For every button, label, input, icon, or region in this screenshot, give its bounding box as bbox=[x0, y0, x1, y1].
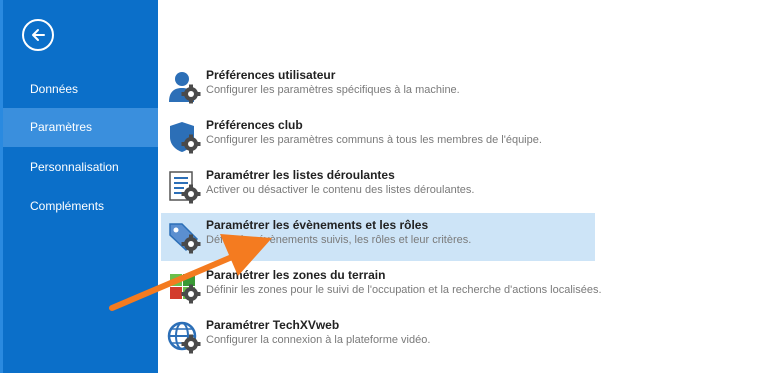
option-description: Configurer les paramètres communs à tous… bbox=[206, 134, 542, 146]
option-description: Configurer les paramètres spécifiques à … bbox=[206, 84, 460, 96]
user-settings-icon bbox=[169, 72, 201, 104]
shield-settings-icon bbox=[170, 122, 201, 154]
sidebar: Données Paramètres Personnalisation Comp… bbox=[0, 0, 158, 373]
option-title: Paramétrer les évènements et les rôles bbox=[206, 218, 429, 232]
option-title: Paramétrer les zones du terrain bbox=[206, 268, 386, 282]
option-title: Préférences utilisateur bbox=[206, 68, 336, 82]
sidebar-item-complements[interactable]: Compléments bbox=[3, 187, 158, 226]
option-description: Définir les zones pour le suivi de l'occ… bbox=[206, 284, 602, 296]
globe-settings-icon bbox=[167, 321, 201, 354]
option-dropdown-lists[interactable]: Paramétrer les listes déroulantes Active… bbox=[161, 163, 595, 211]
option-user-preferences[interactable]: Préférences utilisateur Configurer les p… bbox=[161, 63, 595, 111]
option-techxvweb[interactable]: Paramétrer TechXVweb Configurer la conne… bbox=[161, 313, 595, 361]
option-field-zones[interactable]: Paramétrer les zones du terrain Définir … bbox=[161, 263, 602, 311]
option-description: Configurer la connexion à la plateforme … bbox=[206, 334, 431, 346]
option-description: Activer ou désactiver le contenu des lis… bbox=[206, 184, 475, 196]
option-title: Paramétrer TechXVweb bbox=[206, 318, 340, 332]
sidebar-item-donnees[interactable]: Données bbox=[3, 70, 158, 109]
arrow-left-icon bbox=[32, 29, 45, 41]
option-description: Définir les évènements suivis, les rôles… bbox=[206, 234, 472, 246]
list-settings-icon bbox=[169, 171, 201, 204]
option-events-roles[interactable]: Paramétrer les évènements et les rôles D… bbox=[161, 213, 595, 261]
sidebar-item-parametres[interactable]: Paramètres bbox=[3, 108, 158, 147]
field-zones-icon bbox=[170, 274, 201, 304]
option-title: Paramétrer les listes déroulantes bbox=[206, 168, 395, 182]
sidebar-item-personnalisation[interactable]: Personnalisation bbox=[3, 148, 158, 187]
back-button[interactable] bbox=[22, 19, 54, 51]
option-club-preferences[interactable]: Préférences club Configurer les paramètr… bbox=[161, 113, 595, 161]
tag-settings-icon bbox=[169, 223, 201, 254]
option-title: Préférences club bbox=[206, 118, 303, 132]
